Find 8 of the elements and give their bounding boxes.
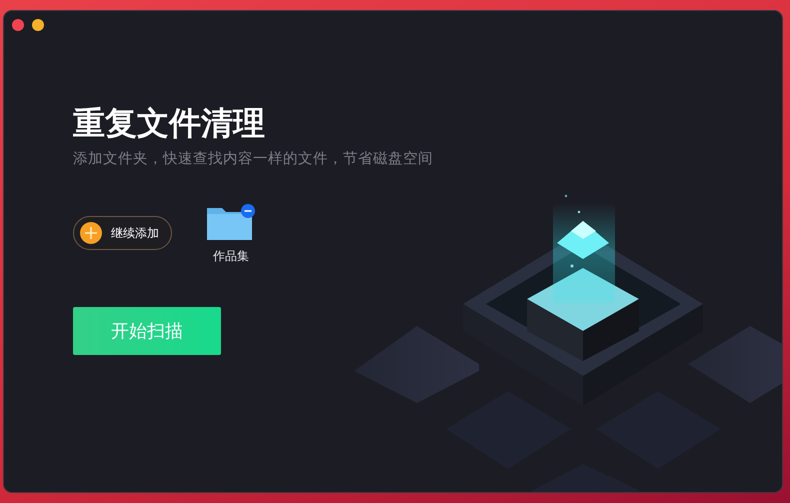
minimize-icon[interactable] <box>32 19 44 31</box>
folder-name: 作品集 <box>213 248 249 265</box>
page-subtitle: 添加文件夹，快速查找内容一样的文件，节省磁盘空间 <box>73 150 434 168</box>
close-icon[interactable] <box>12 19 24 31</box>
add-folder-button[interactable]: 继续添加 <box>73 216 172 250</box>
page-title: 重复文件清理 <box>73 103 266 143</box>
plus-icon <box>80 222 102 244</box>
folder-icon[interactable] <box>206 204 256 242</box>
